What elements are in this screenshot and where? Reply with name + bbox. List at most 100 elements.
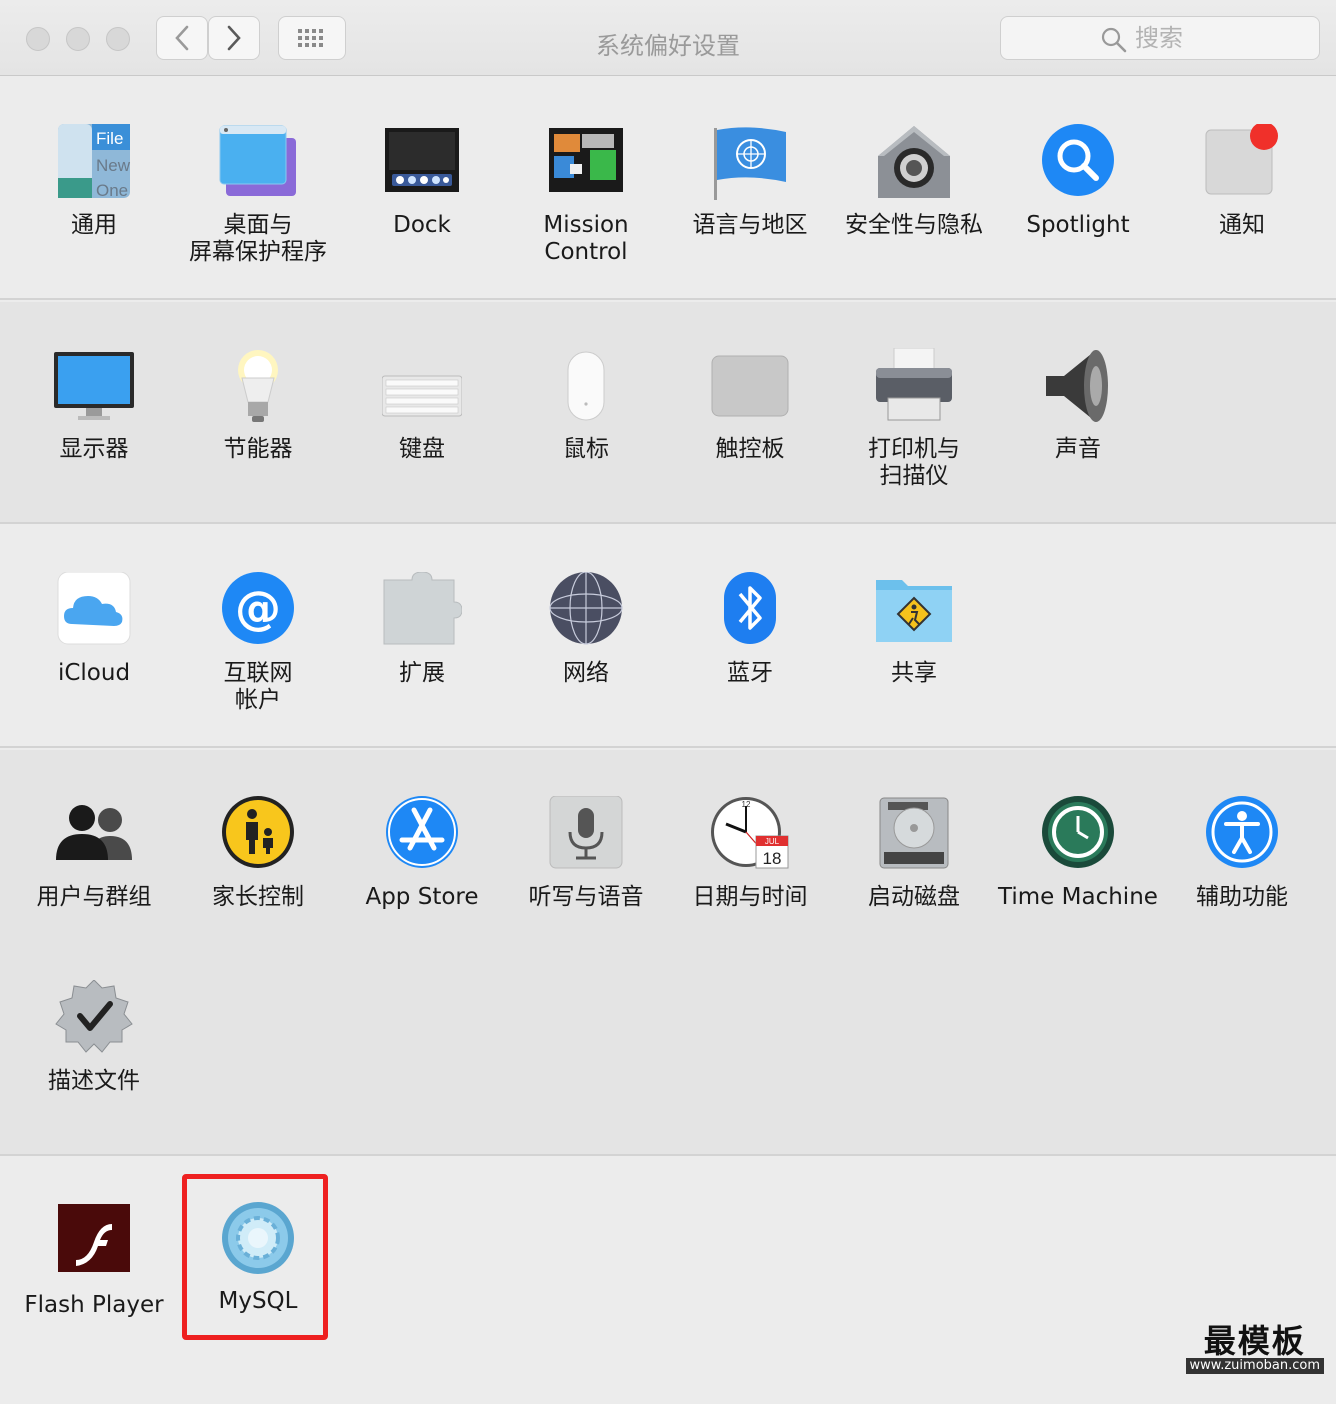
- pane-dictation-speech[interactable]: 听写与语音: [504, 796, 668, 996]
- pane-label: 用户与群组: [36, 884, 152, 910]
- pane-startup-disk[interactable]: 启动磁盘: [832, 796, 996, 996]
- pane-label: 蓝牙: [727, 660, 773, 686]
- users-icon: [54, 796, 134, 876]
- pane-label: 语言与地区: [692, 212, 808, 238]
- pane-accessibility[interactable]: 辅助功能: [1160, 796, 1324, 996]
- pane-label: 启动磁盘: [868, 884, 960, 910]
- internet-section: iCloud @ 互联网 帐户 扩展 网络 蓝牙 共享: [0, 526, 1336, 748]
- notifications-icon: [1202, 124, 1282, 204]
- pane-label: Flash Player: [24, 1292, 164, 1318]
- pane-displays[interactable]: 显示器: [12, 348, 176, 548]
- speaker-icon: [1038, 348, 1118, 428]
- pane-security-privacy[interactable]: 安全性与隐私: [832, 124, 996, 324]
- pane-internet-accounts[interactable]: @ 互联网 帐户: [176, 572, 340, 772]
- svg-text:JUL: JUL: [765, 837, 780, 846]
- pane-mission-control[interactable]: Mission Control: [504, 124, 668, 324]
- pane-label: Spotlight: [1026, 212, 1130, 238]
- pane-label: App Store: [365, 884, 479, 910]
- pane-label: 网络: [563, 660, 609, 686]
- mission-control-icon: [546, 124, 626, 204]
- pane-language-region[interactable]: 语言与地区: [668, 124, 832, 324]
- personal-section: File New One 通用 桌面与 屏幕保护程序 Dock Mission …: [0, 76, 1336, 300]
- profiles-badge-icon: [54, 980, 134, 1060]
- clock-calendar-icon: 12 JUL 18: [710, 796, 790, 876]
- pane-label: Mission Control: [543, 212, 629, 265]
- title-bar: 系统偏好设置: [0, 0, 1336, 76]
- pane-date-time[interactable]: 12 JUL 18 日期与时间: [668, 796, 832, 996]
- pane-label: 打印机与 扫描仪: [868, 436, 960, 489]
- pane-label: Time Machine: [998, 884, 1158, 910]
- pane-general[interactable]: File New One 通用: [12, 124, 176, 324]
- watermark-url: www.zuimoban.com: [1185, 1358, 1324, 1374]
- svg-text:@: @: [235, 581, 281, 635]
- printer-icon: [874, 348, 954, 428]
- pane-printers-scanners[interactable]: 打印机与 扫描仪: [832, 348, 996, 548]
- pane-profiles[interactable]: 描述文件: [12, 980, 176, 1180]
- pane-label: 互联网 帐户: [223, 660, 293, 713]
- pane-desktop-screensaver[interactable]: 桌面与 屏幕保护程序: [176, 124, 340, 324]
- pane-label: 家长控制: [212, 884, 304, 910]
- pane-label: 显示器: [59, 436, 129, 462]
- keyboard-icon: [382, 348, 462, 428]
- search-field[interactable]: [1000, 16, 1320, 60]
- pane-label: 听写与语音: [528, 884, 644, 910]
- pane-notifications[interactable]: 通知: [1160, 124, 1324, 324]
- pane-icloud[interactable]: iCloud: [12, 572, 176, 772]
- pane-bluetooth[interactable]: 蓝牙: [668, 572, 832, 772]
- pane-label: 安全性与隐私: [845, 212, 983, 238]
- pane-network[interactable]: 网络: [504, 572, 668, 772]
- search-icon: [1101, 27, 1127, 53]
- pane-label: 声音: [1055, 436, 1101, 462]
- pane-energy-saver[interactable]: 节能器: [176, 348, 340, 548]
- spotlight-icon: [1038, 124, 1118, 204]
- hard-drive-icon: [874, 796, 954, 876]
- pane-users-groups[interactable]: 用户与群组: [12, 796, 176, 996]
- pane-label: 通知: [1219, 212, 1265, 238]
- pane-label: 日期与时间: [692, 884, 808, 910]
- flash-player-icon: [54, 1204, 134, 1284]
- app-store-icon: [382, 796, 462, 876]
- lightbulb-icon: [218, 348, 298, 428]
- puzzle-icon: [382, 572, 462, 652]
- pane-sound[interactable]: 声音: [996, 348, 1160, 548]
- house-lock-icon: [874, 124, 954, 204]
- pane-trackpad[interactable]: 触控板: [668, 348, 832, 548]
- pane-extensions[interactable]: 扩展: [340, 572, 504, 772]
- mouse-icon: [546, 348, 626, 428]
- pane-time-machine[interactable]: Time Machine: [996, 796, 1160, 996]
- general-icon: File New One: [54, 124, 134, 204]
- search-input[interactable]: [1135, 23, 1305, 53]
- pane-mysql[interactable]: MySQL: [176, 1200, 340, 1400]
- dock-icon: [382, 124, 462, 204]
- pane-app-store[interactable]: App Store: [340, 796, 504, 996]
- parental-controls-icon: [218, 796, 298, 876]
- pane-dock[interactable]: Dock: [340, 124, 504, 324]
- pane-sharing[interactable]: 共享: [832, 572, 996, 772]
- at-sign-icon: @: [218, 572, 298, 652]
- pane-parental-controls[interactable]: 家长控制: [176, 796, 340, 996]
- system-section: 用户与群组 家长控制 App Store 听写与语音 12 JUL 18 日期与…: [0, 750, 1336, 1156]
- pane-label: 鼠标: [563, 436, 609, 462]
- icloud-icon: [54, 572, 134, 652]
- svg-text:New: New: [96, 156, 131, 175]
- pane-spotlight[interactable]: Spotlight: [996, 124, 1160, 324]
- un-flag-icon: [710, 124, 790, 204]
- pane-flash-player[interactable]: Flash Player: [12, 1204, 176, 1404]
- pane-label: iCloud: [57, 660, 131, 686]
- pane-label: MySQL: [218, 1288, 298, 1314]
- other-section: Flash Player MySQL: [0, 1158, 1336, 1380]
- pane-label: 触控板: [715, 436, 785, 462]
- mysql-gear-icon: [218, 1200, 298, 1280]
- trackpad-icon: [710, 348, 790, 428]
- monitor-icon: [54, 348, 134, 428]
- pane-label: 通用: [71, 212, 117, 238]
- svg-text:18: 18: [763, 849, 782, 868]
- watermark-text: 最模板: [1203, 1322, 1306, 1360]
- pane-label: 桌面与 屏幕保护程序: [189, 212, 327, 265]
- watermark: 最模板 www.zuimoban.com: [1185, 1322, 1324, 1374]
- globe-icon: [546, 572, 626, 652]
- pane-keyboard[interactable]: 键盘: [340, 348, 504, 548]
- sharing-folder-icon: [874, 572, 954, 652]
- pane-mouse[interactable]: 鼠标: [504, 348, 668, 548]
- pane-label: 节能器: [223, 436, 293, 462]
